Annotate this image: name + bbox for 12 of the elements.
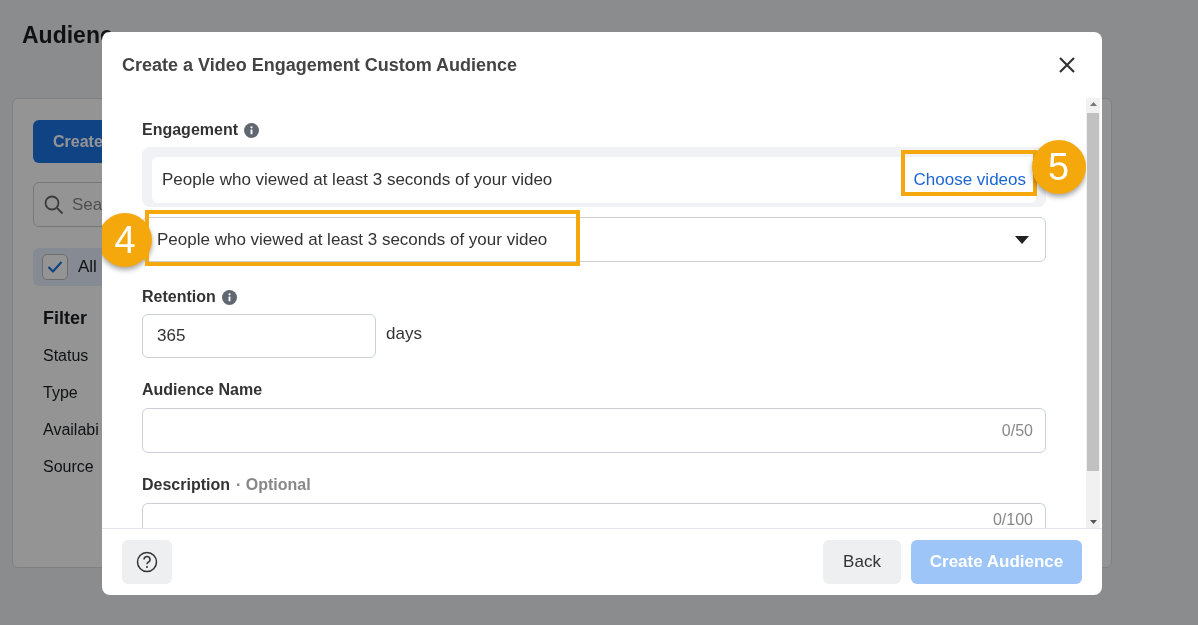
dialog-title: Create a Video Engagement Custom Audience — [122, 54, 518, 76]
field-label: Description — [142, 476, 230, 494]
field-label: Audience Name — [142, 381, 263, 399]
field-label: Retention — [142, 288, 216, 306]
unit-label: days — [386, 324, 422, 344]
optional-label: · Optional — [236, 476, 311, 494]
field-label: Engagement — [142, 121, 238, 139]
event-text: People who viewed at least 3 seconds of your video — [162, 170, 553, 190]
filter-label: All — [78, 257, 97, 277]
filter-heading: Filter — [43, 308, 87, 330]
step-callout-tooltip: 4 — [102, 213, 152, 267]
step-callout-tooltip: 5 — [1031, 140, 1086, 194]
